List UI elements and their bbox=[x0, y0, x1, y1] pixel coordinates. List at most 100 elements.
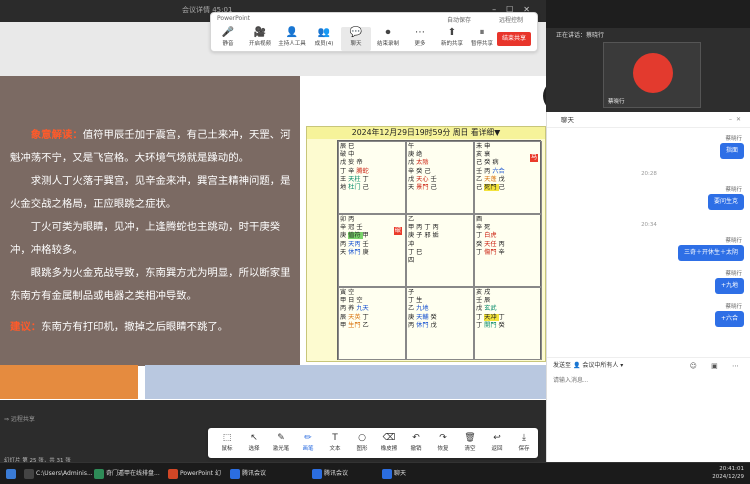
palace-token: 巳 bbox=[348, 143, 355, 150]
windows-icon bbox=[6, 469, 16, 479]
palace-line: 酉 bbox=[476, 216, 540, 224]
palace-token: 六合 bbox=[492, 167, 505, 175]
chevron-down-icon[interactable]: ▾ bbox=[620, 362, 623, 369]
message-bubble[interactable]: +六合 bbox=[714, 311, 744, 327]
palace-line: 壬 丙 六合 bbox=[476, 168, 540, 176]
eraser-tool-button[interactable]: ⌫ 橡皮擦 bbox=[374, 432, 404, 456]
slide-footer-orange bbox=[0, 365, 138, 399]
text-label: 文本 bbox=[329, 446, 341, 452]
taskbar-item-powerpoint[interactable]: PowerPoint 幻灯片 bbox=[166, 466, 224, 482]
palace-token: 壬 bbox=[362, 240, 369, 248]
palace-line: 丁 辛 腾蛇 bbox=[340, 168, 404, 176]
palace-token: 白虎 bbox=[484, 232, 497, 240]
palace-token: 午 bbox=[408, 143, 415, 150]
palace-token: 乙 bbox=[476, 175, 485, 183]
mouse-tool-button[interactable]: ⬚ 鼠标 bbox=[212, 432, 242, 456]
start-button[interactable] bbox=[4, 466, 18, 482]
taskbar-item-meeting-1[interactable]: 腾讯会议 bbox=[228, 466, 280, 482]
palace-token: 己 bbox=[424, 167, 431, 175]
palace-token: 破 bbox=[340, 151, 349, 159]
system-clock[interactable]: 20:41:01 2024/12/29 bbox=[712, 465, 744, 481]
taskbar-item-qimen[interactable]: 奇门遁甲在线排盘... bbox=[92, 466, 162, 482]
palace-cell: 亥 戌壬 辰戊 玄武丁 天冲 丁丁 開門 癸 bbox=[474, 287, 542, 360]
chat-tool-icons[interactable]: ☺ ▣ ⋯ bbox=[690, 358, 745, 374]
palace-line: 冲 bbox=[408, 241, 472, 249]
chat-icon: 💬 bbox=[349, 27, 363, 38]
status-remote[interactable]: 远程控制 bbox=[499, 15, 523, 24]
pause-share-button[interactable]: ⏸ 暂停共享 bbox=[467, 27, 497, 51]
palace-token: 死 bbox=[484, 224, 491, 232]
taskbar-label: PowerPoint 幻灯片 bbox=[180, 470, 221, 477]
save-tool-button[interactable]: ⤓ 保存 bbox=[509, 432, 539, 456]
camera-icon: 🎥 bbox=[253, 27, 267, 38]
end-record-button[interactable]: ⏺ 结束录制 bbox=[373, 27, 403, 51]
video-panel: 正在讲话：蔡晓行 蔡晓行 bbox=[546, 0, 750, 112]
palace-line: 癸 天任 丙 bbox=[476, 241, 540, 249]
palace-line: 丁 開門 癸 bbox=[476, 322, 540, 330]
chat-panel: 聊天 –✕ 蔡晓行 指面 20:28 蔡晓行 要问生克 20:34 蔡晓行 三奇＋开休生＋太阴… bbox=[546, 112, 750, 462]
ppt-window: 会议详情 45:01 –☐✕ PowerPoint 自动保存 远程控制 🎤 静音 … bbox=[0, 0, 575, 470]
members-label: 成员(4) bbox=[314, 41, 334, 47]
record-icon: ⏺ bbox=[385, 27, 391, 38]
palace-line: 卯 丙 bbox=[340, 216, 404, 224]
palace-line: 乙 九地 bbox=[408, 305, 472, 313]
end-share-button[interactable]: 结束共享 bbox=[497, 32, 531, 46]
more-label: 更多 bbox=[414, 41, 426, 47]
palace-token: 戊 bbox=[340, 159, 349, 167]
members-button[interactable]: 👥 成员(4) bbox=[309, 27, 339, 51]
video-tile[interactable]: 蔡晓行 bbox=[603, 42, 701, 108]
message-bubble[interactable]: 指面 bbox=[719, 143, 744, 159]
palace-token: 壬 bbox=[476, 167, 485, 175]
palace-line: 丙 休門 戊 bbox=[408, 322, 472, 330]
message-bubble[interactable]: 要问生克 bbox=[707, 194, 744, 210]
shape-tool-button[interactable]: ○ 图形 bbox=[347, 432, 377, 456]
palace-token: 丙 bbox=[408, 321, 417, 329]
meeting-icon bbox=[230, 469, 240, 479]
palace-line: 寅 空 bbox=[340, 289, 404, 297]
palace-line: 戊 妄 帝 bbox=[340, 159, 404, 167]
new-share-button[interactable]: ⬆ 新的共享 bbox=[437, 27, 467, 51]
chat-input[interactable] bbox=[553, 374, 743, 388]
palace-token: 丙 bbox=[340, 305, 349, 313]
palace-token: 天 bbox=[340, 248, 349, 256]
more-button[interactable]: ⋯ 更多 bbox=[405, 27, 435, 51]
palace-token: 太陰 bbox=[416, 159, 429, 167]
chat-button[interactable]: 💬 聊天 bbox=[341, 27, 371, 51]
slide-paragraph-3: 丁火可类为眼睛，见冲，上逢腾蛇也主跳动，时干庚癸冲，冲格较多。 bbox=[10, 221, 281, 256]
palace-line: 丁 巳 bbox=[408, 249, 472, 257]
video-button[interactable]: 🎥 开启视频 bbox=[245, 27, 275, 51]
clear-tool-button[interactable]: 🗑 清空 bbox=[455, 432, 485, 456]
send-to-select[interactable]: 会议中所有人 bbox=[582, 362, 618, 369]
palace-cell: 卯 丙辛 冠 壬庚 值符 甲丙 天丙 壬天 休門 庚破 bbox=[338, 214, 406, 287]
redo-tool-button[interactable]: ↷ 恢复 bbox=[428, 432, 458, 456]
message-bubble[interactable]: 三奇＋开休生＋太阴 bbox=[677, 245, 744, 261]
mute-button[interactable]: 🎤 静音 bbox=[213, 27, 243, 51]
save-icon: ⤓ bbox=[522, 433, 526, 443]
palace-token: 天丙 bbox=[348, 240, 363, 248]
palace-token: 天心 bbox=[416, 175, 431, 183]
slide-paragraph-4: 眼跳多为火金克战导致，东南巽方尤为明显，所以断家里东南方有金属制品或电器之类相冲… bbox=[10, 267, 291, 302]
text-tool-button[interactable]: T 文本 bbox=[320, 432, 350, 456]
taskbar-item-chat[interactable]: 聊天 bbox=[380, 466, 420, 482]
palace-line: 乙 bbox=[408, 216, 472, 224]
chat-window-controls[interactable]: –✕ bbox=[729, 112, 745, 128]
pen-tool-button[interactable]: ✏ 画笔 bbox=[293, 432, 323, 456]
suggestion-label: 建议： bbox=[10, 321, 42, 333]
palace-token: 四 bbox=[408, 257, 415, 265]
palace-cell: 午庚 绝戊 太陰辛 癸 己戊 天心 壬天 景門 己 bbox=[406, 141, 474, 214]
host-tools-button[interactable]: 👤 主持人工具 bbox=[277, 27, 307, 51]
taskbar: C:\Users\Adminis... 奇门遁甲在线排盘... PowerPoi… bbox=[0, 462, 750, 484]
laser-tool-button[interactable]: ✎ 激光笔 bbox=[266, 432, 296, 456]
back-tool-button[interactable]: ↩ 返回 bbox=[482, 432, 512, 456]
select-tool-button[interactable]: ↖ 选择 bbox=[239, 432, 269, 456]
message-bubble[interactable]: +九地 bbox=[714, 278, 744, 294]
back-icon: ↩ bbox=[493, 433, 501, 443]
palace-token: 庚 bbox=[362, 248, 369, 256]
undo-tool-button[interactable]: ↶ 撤销 bbox=[401, 432, 431, 456]
clock-date: 2024/12/29 bbox=[712, 474, 744, 480]
palace-token: 戊 bbox=[408, 159, 417, 167]
taskbar-item-explorer[interactable]: C:\Users\Adminis... bbox=[22, 466, 93, 482]
taskbar-item-meeting-2[interactable]: 腾讯会议 bbox=[310, 466, 362, 482]
taskbar-label: 腾讯会议 bbox=[242, 470, 267, 477]
chart-header[interactable]: 2024年12月29日19时59分 周日 看详细▼ bbox=[307, 127, 545, 139]
